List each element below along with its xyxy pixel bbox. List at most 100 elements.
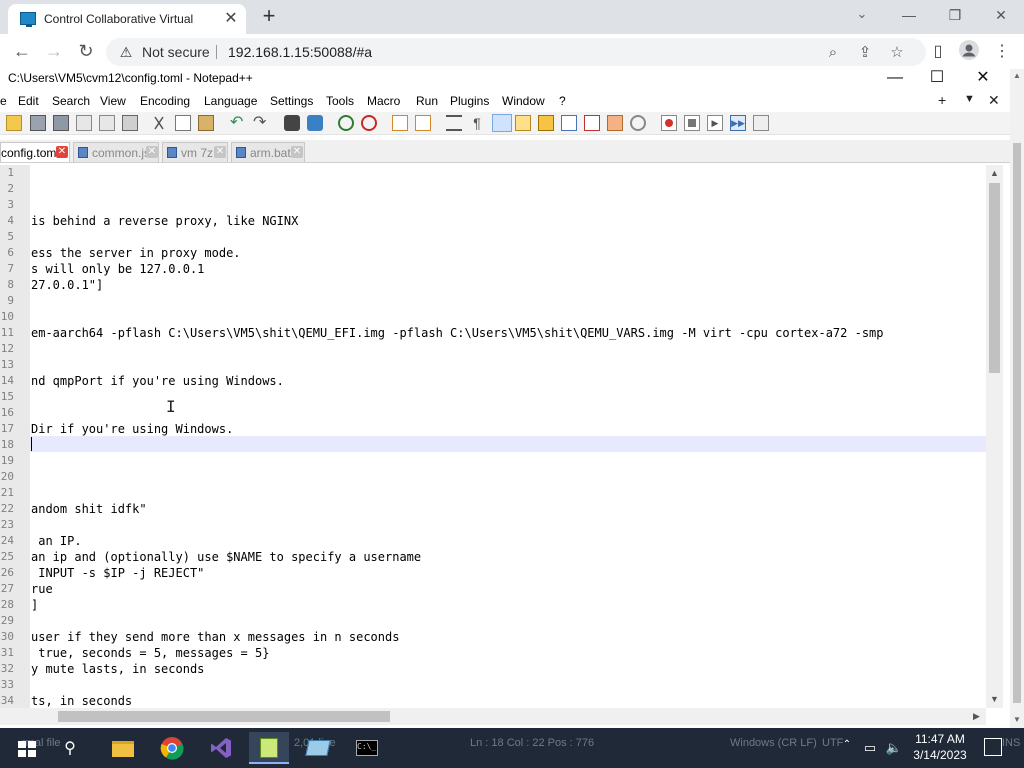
monitoring-icon[interactable] [630,115,646,131]
restore-button[interactable]: ❐ [932,4,978,26]
scroll-down-icon[interactable]: ▼ [1010,713,1024,727]
new-tab-button[interactable]: + [258,5,280,28]
page-scrollbar[interactable]: ▲ ▼ [1010,69,1024,729]
code-line[interactable]: em-aarch64 -pflash C:\Users\VM5\shit\QEM… [31,325,884,341]
udl-icon[interactable] [515,115,531,131]
run-macro-multiple-icon[interactable]: ▶▶ [730,115,746,131]
doc-tab-config-toml[interactable]: config.toml ✕ [0,142,70,162]
function-list-icon[interactable] [561,115,577,131]
search-icon[interactable]: ⚲ [58,738,82,760]
close-icon[interactable]: ✕ [291,146,303,158]
back-arrow-icon[interactable]: ← [10,39,34,63]
chevron-down-icon[interactable]: ▼ [964,93,975,105]
scrollbar-thumb[interactable] [58,711,390,722]
undo-icon[interactable]: ↶ [230,115,246,131]
command-prompt-icon[interactable]: C:\_ [347,732,387,764]
redo-icon[interactable]: ↷ [253,115,269,131]
code-line[interactable]: true, seconds = 5, messages = 5} [31,645,269,661]
sync-vertical-icon[interactable] [392,115,408,131]
doc-map-icon[interactable] [538,115,554,131]
minimize-button[interactable]: — [886,4,932,26]
scrollbar-thumb[interactable] [989,183,1000,373]
code-line[interactable]: andom shit idfk" [31,501,147,517]
menu-view[interactable]: View [100,94,126,108]
doc-tab-common-js[interactable]: common.js ✕ [73,142,159,162]
sidebar-icon[interactable]: ▯ [926,40,950,64]
code-line[interactable]: rue [31,581,53,597]
menu-run[interactable]: Run [416,94,438,108]
menu-edit[interactable]: Edit [18,94,39,108]
menu-file[interactable]: e [0,94,7,108]
close-icon[interactable]: ✕ [214,146,226,158]
warning-icon[interactable]: ⚠ [118,44,134,60]
scroll-up-icon[interactable]: ▲ [1010,69,1024,83]
url-text[interactable]: 192.168.1.15:50088/#a [228,44,372,60]
close-icon[interactable]: ✕ [146,146,158,158]
print-icon[interactable] [122,115,138,131]
file-explorer-icon[interactable] [102,732,142,764]
editor-horizontal-scrollbar[interactable]: ▶ [0,708,986,725]
code-line[interactable]: ] [31,597,38,613]
doc-tab-vm-7z[interactable]: vm 7z ✕ [162,142,228,162]
sync-horizontal-icon[interactable] [415,115,431,131]
code-line[interactable]: s will only be 127.0.0.1 [31,261,204,277]
menu-macro[interactable]: Macro [367,94,400,108]
close-all-icon[interactable] [99,115,115,131]
menu-search[interactable]: Search [52,94,90,108]
copy-icon[interactable] [175,115,191,131]
menu-tools[interactable]: Tools [326,94,354,108]
profile-avatar-icon[interactable] [957,39,981,63]
network-icon[interactable]: ▭ [860,738,880,758]
clock-date[interactable]: 3/14/2023 [900,748,980,762]
browser-tab[interactable]: Control Collaborative Virtual Ma ✕ [8,4,246,34]
scrollbar-thumb[interactable] [1013,143,1021,703]
npp-close-button[interactable]: ✕ [966,69,1000,89]
clock-time[interactable]: 11:47 AM [900,732,980,746]
chevron-down-icon[interactable]: ⌄ [852,6,872,24]
address-bar[interactable]: ⚠ Not secure 192.168.1.15:50088/#a ⌕ ⇪ ☆ [106,38,926,66]
scroll-down-icon[interactable]: ▼ [986,691,1003,708]
kebab-menu-icon[interactable]: ⋮ [990,40,1014,64]
notepad-plus-plus-icon[interactable] [249,732,289,764]
menu-encoding[interactable]: Encoding [140,94,190,108]
open-icon[interactable] [6,115,22,131]
play-macro-icon[interactable]: ▶ [707,115,723,131]
window-close-button[interactable]: ✕ [978,4,1024,26]
npp-maximize-button[interactable]: ☐ [920,69,954,89]
replace-icon[interactable] [307,115,323,131]
scroll-right-icon[interactable]: ▶ [968,708,985,725]
pilcrow-icon[interactable]: ¶ [469,115,485,131]
npp-minimize-button[interactable]: — [878,69,912,89]
visual-studio-icon[interactable] [201,732,241,764]
menu-window[interactable]: Window [502,94,545,108]
code-line[interactable]: nd qmpPort if you're using Windows. [31,373,284,389]
code-line[interactable]: user if they send more than x messages i… [31,629,399,645]
save-icon[interactable] [30,115,46,131]
editor-vertical-scrollbar[interactable]: ▲ ▼ [986,165,1003,708]
close-icon[interactable]: ✕ [56,146,68,158]
indent-guide-icon[interactable] [492,114,512,132]
menu-help[interactable]: ? [559,94,566,108]
save-all-icon[interactable] [53,115,69,131]
code-line[interactable]: ess the server in proxy mode. [31,245,241,261]
forward-arrow-icon[interactable]: → [42,39,66,63]
code-line[interactable]: is behind a reverse proxy, like NGINX [31,213,298,229]
star-icon[interactable]: ☆ [886,42,908,64]
code-line[interactable]: y mute lasts, in seconds [31,661,204,677]
zoom-icon[interactable]: ⌕ [822,42,844,64]
cut-icon[interactable] [152,115,166,131]
plus-icon[interactable]: + [938,92,946,108]
chevron-up-icon[interactable]: ⌃ [840,739,854,750]
doc-tab-arm-bat[interactable]: arm.bat ✕ [231,142,305,162]
chrome-icon[interactable] [152,732,192,764]
save-macro-icon[interactable] [753,115,769,131]
reload-icon[interactable]: ↻ [74,39,98,63]
close-icon[interactable]: ✕ [988,92,1000,109]
code-line[interactable]: INPUT -s $IP -j REJECT" [31,565,204,581]
notification-icon[interactable] [984,738,1002,756]
code-line[interactable]: an ip and (optionally) use $NAME to spec… [31,549,421,565]
menu-plugins[interactable]: Plugins [450,94,489,108]
security-label[interactable]: Not secure [142,44,210,60]
stop-macro-icon[interactable] [684,115,700,131]
code-editor[interactable]: 1 2 3 4 5 6 7 8 9 10 11 12 13 14 15 16 17 18 19 20 21 22 23 24 2… [0,165,986,708]
